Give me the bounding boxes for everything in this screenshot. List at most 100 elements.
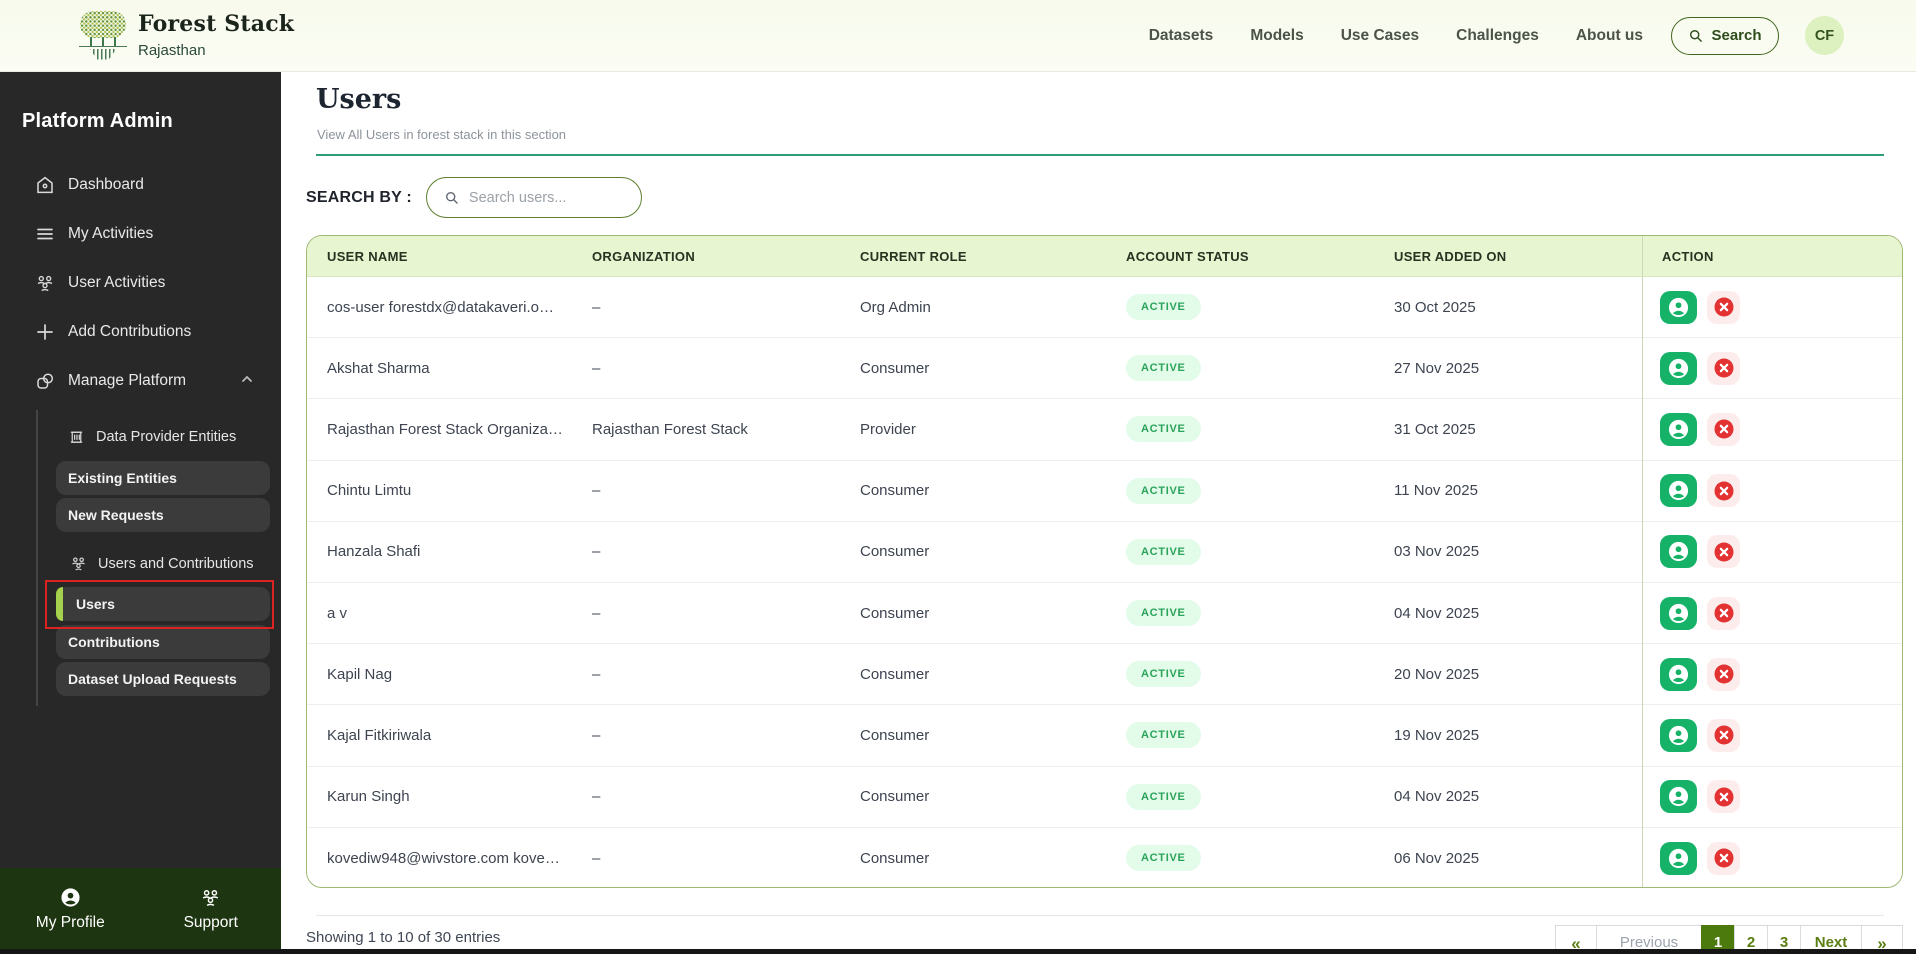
status-badge: ACTIVE bbox=[1126, 600, 1201, 627]
cell-account-status: ACTIVE bbox=[1106, 845, 1374, 872]
search-users-input[interactable] bbox=[468, 189, 619, 206]
cell-organization: Rajasthan Forest Stack bbox=[592, 420, 748, 438]
view-user-button[interactable] bbox=[1660, 841, 1697, 875]
cell-user-added-on: 30 Oct 2025 bbox=[1394, 298, 1476, 316]
search-icon bbox=[444, 190, 460, 206]
deactivate-user-button[interactable] bbox=[1707, 718, 1740, 752]
sidebar-item-data-provider-entities[interactable]: Data Provider Entities bbox=[68, 428, 236, 446]
table-row: Kajal Fitkiriwala – Consumer ACTIVE 19 N… bbox=[307, 705, 1902, 767]
x-circle-icon bbox=[1713, 663, 1735, 685]
deactivate-user-button[interactable] bbox=[1707, 780, 1740, 814]
x-circle-icon bbox=[1713, 847, 1735, 869]
cell-account-status: ACTIVE bbox=[1106, 477, 1374, 504]
table-body: cos-user forestdx@datakaveri.o… – Org Ad… bbox=[307, 277, 1902, 887]
users-group-icon bbox=[70, 555, 88, 573]
cell-current-role: Consumer bbox=[860, 543, 930, 561]
cell-organization: – bbox=[592, 726, 601, 744]
col-current-role: CURRENT ROLE bbox=[860, 248, 967, 264]
page-title: Users bbox=[316, 84, 402, 115]
x-circle-icon bbox=[1713, 296, 1735, 318]
col-account-status: ACCOUNT STATUS bbox=[1126, 248, 1249, 264]
view-user-button[interactable] bbox=[1660, 596, 1697, 630]
support-people-icon bbox=[200, 887, 221, 908]
nav-use-cases[interactable]: Use Cases bbox=[1341, 27, 1419, 45]
user-icon bbox=[1667, 724, 1690, 747]
chevron-up-icon[interactable] bbox=[240, 372, 254, 386]
brand[interactable]: Forest Stack Rajasthan bbox=[79, 9, 294, 63]
brand-title: Forest Stack bbox=[138, 11, 295, 38]
my-profile-button[interactable]: My Profile bbox=[0, 868, 141, 950]
view-user-button[interactable] bbox=[1660, 351, 1697, 385]
cell-user-added-on: 04 Nov 2025 bbox=[1394, 788, 1480, 806]
nav-challenges[interactable]: Challenges bbox=[1456, 27, 1539, 45]
cell-actions bbox=[1642, 780, 1902, 814]
deactivate-user-button[interactable] bbox=[1707, 290, 1740, 324]
nav-about-us[interactable]: About us bbox=[1576, 27, 1643, 45]
sidebar-item-dataset-upload-requests[interactable]: Dataset Upload Requests bbox=[56, 662, 270, 696]
cell-user-name: Kapil Nag bbox=[327, 665, 393, 683]
user-search-field[interactable] bbox=[425, 177, 642, 218]
status-badge: ACTIVE bbox=[1126, 416, 1201, 443]
view-user-button[interactable] bbox=[1660, 290, 1697, 324]
view-user-button[interactable] bbox=[1660, 474, 1697, 508]
table-header-row: USER NAME ORGANIZATION CURRENT ROLE ACCO… bbox=[307, 236, 1902, 277]
view-user-button[interactable] bbox=[1660, 535, 1697, 569]
nav-models[interactable]: Models bbox=[1250, 27, 1303, 45]
view-user-button[interactable] bbox=[1660, 657, 1697, 691]
table-row: cos-user forestdx@datakaveri.o… – Org Ad… bbox=[307, 277, 1902, 339]
sidebar-item-new-requests[interactable]: New Requests bbox=[56, 498, 270, 532]
cell-user-added-on: 04 Nov 2025 bbox=[1394, 604, 1480, 622]
sidebar-footer-dock: My Profile Support bbox=[0, 868, 281, 950]
cell-actions bbox=[1642, 474, 1902, 508]
col-organization: ORGANIZATION bbox=[592, 248, 696, 264]
sidebar-item-manage-platform[interactable]: Manage Platform bbox=[34, 368, 186, 394]
menu-lines-icon bbox=[34, 224, 55, 245]
user-icon bbox=[1667, 663, 1690, 686]
cell-current-role: Org Admin bbox=[860, 298, 931, 316]
sidebar-item-dashboard[interactable]: Dashboard bbox=[34, 172, 144, 198]
cell-current-role: Consumer bbox=[860, 604, 930, 622]
cell-user-name: Rajasthan Forest Stack Organiza… bbox=[327, 420, 563, 438]
view-user-button[interactable] bbox=[1660, 412, 1697, 446]
deactivate-user-button[interactable] bbox=[1707, 351, 1740, 385]
global-search-button[interactable]: Search bbox=[1671, 16, 1779, 55]
table-row: a v – Consumer ACTIVE 04 Nov 2025 bbox=[307, 583, 1902, 645]
top-nav: Datasets Models Use Cases Challenges Abo… bbox=[1149, 27, 1643, 45]
cell-user-added-on: 27 Nov 2025 bbox=[1394, 359, 1480, 377]
table-row: Akshat Sharma – Consumer ACTIVE 27 Nov 2… bbox=[307, 338, 1902, 400]
deactivate-user-button[interactable] bbox=[1707, 474, 1740, 508]
sidebar-item-user-activities[interactable]: User Activities bbox=[34, 270, 165, 296]
cell-account-status: ACTIVE bbox=[1106, 355, 1374, 382]
main-content: Users View All Users in forest stack in … bbox=[281, 72, 1916, 954]
deactivate-user-button[interactable] bbox=[1707, 535, 1740, 569]
sidebar-item-contributions[interactable]: Contributions bbox=[56, 625, 270, 659]
cell-user-name: Karun Singh bbox=[327, 788, 410, 806]
search-row: SEARCH BY : bbox=[306, 177, 642, 218]
sidebar-heading: Platform Admin bbox=[22, 110, 173, 132]
nav-datasets[interactable]: Datasets bbox=[1149, 27, 1214, 45]
cell-organization: – bbox=[592, 359, 601, 377]
deactivate-user-button[interactable] bbox=[1707, 841, 1740, 875]
cell-organization: – bbox=[592, 543, 601, 561]
deactivate-user-button[interactable] bbox=[1707, 596, 1740, 630]
sidebar-item-users[interactable]: Users bbox=[56, 587, 270, 621]
support-button[interactable]: Support bbox=[141, 868, 282, 950]
layers-icon bbox=[34, 371, 55, 392]
deactivate-user-button[interactable] bbox=[1707, 412, 1740, 446]
cell-user-name: Hanzala Shafi bbox=[327, 543, 421, 561]
cell-actions bbox=[1642, 535, 1902, 569]
view-user-button[interactable] bbox=[1660, 780, 1697, 814]
top-bar: Forest Stack Rajasthan Datasets Models U… bbox=[0, 0, 1916, 72]
sidebar-item-my-activities[interactable]: My Activities bbox=[34, 221, 153, 247]
view-user-button[interactable] bbox=[1660, 718, 1697, 752]
sidebar-item-existing-entities[interactable]: Existing Entities bbox=[56, 461, 270, 495]
cell-actions bbox=[1642, 596, 1902, 630]
avatar[interactable]: CF bbox=[1805, 16, 1844, 55]
sidebar-item-users-and-contributions[interactable]: Users and Contributions bbox=[70, 555, 254, 573]
deactivate-user-button[interactable] bbox=[1707, 657, 1740, 691]
status-badge: ACTIVE bbox=[1126, 538, 1201, 565]
sidebar-item-add-contributions[interactable]: Add Contributions bbox=[34, 319, 191, 345]
status-badge: ACTIVE bbox=[1126, 845, 1201, 872]
cell-account-status: ACTIVE bbox=[1106, 294, 1374, 321]
cell-organization: – bbox=[592, 788, 601, 806]
